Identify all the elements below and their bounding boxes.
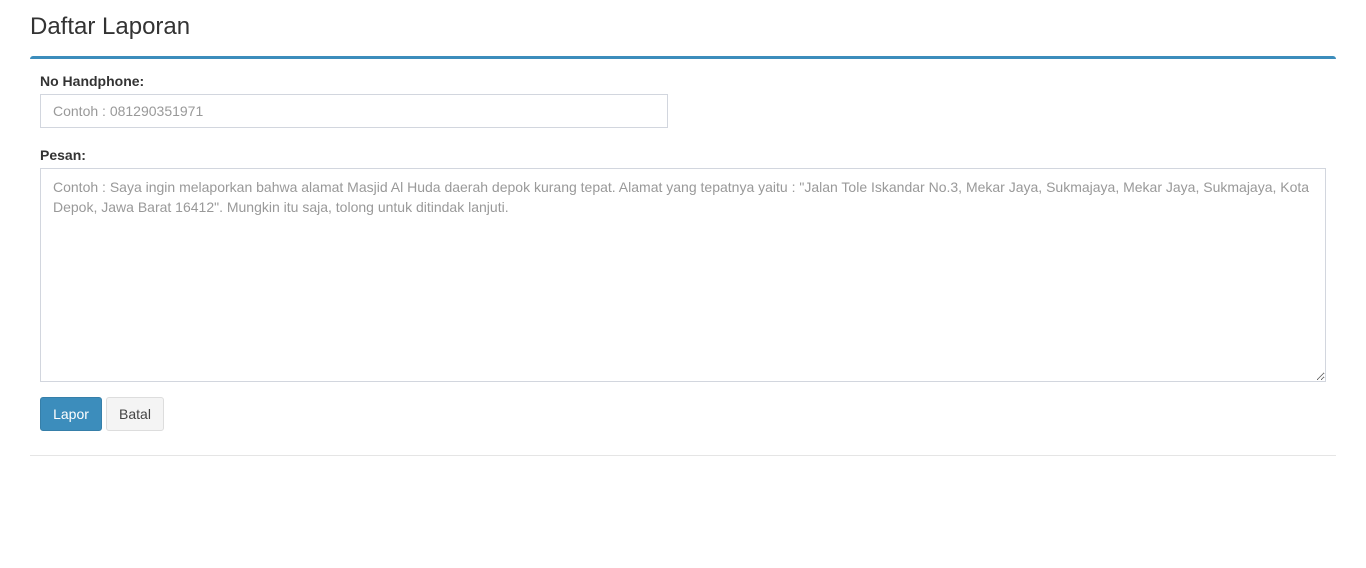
page: Daftar Laporan No Handphone: Pesan: Lapo…	[0, 0, 1366, 568]
phone-input[interactable]	[40, 94, 668, 128]
submit-button[interactable]: Lapor	[40, 397, 102, 431]
page-title: Daftar Laporan	[30, 13, 191, 40]
message-textarea[interactable]	[40, 168, 1326, 382]
cancel-button[interactable]: Batal	[106, 397, 164, 431]
message-label: Pesan:	[40, 147, 86, 163]
report-form-box: No Handphone: Pesan: Lapor Batal	[30, 56, 1336, 456]
phone-label: No Handphone:	[40, 73, 145, 89]
